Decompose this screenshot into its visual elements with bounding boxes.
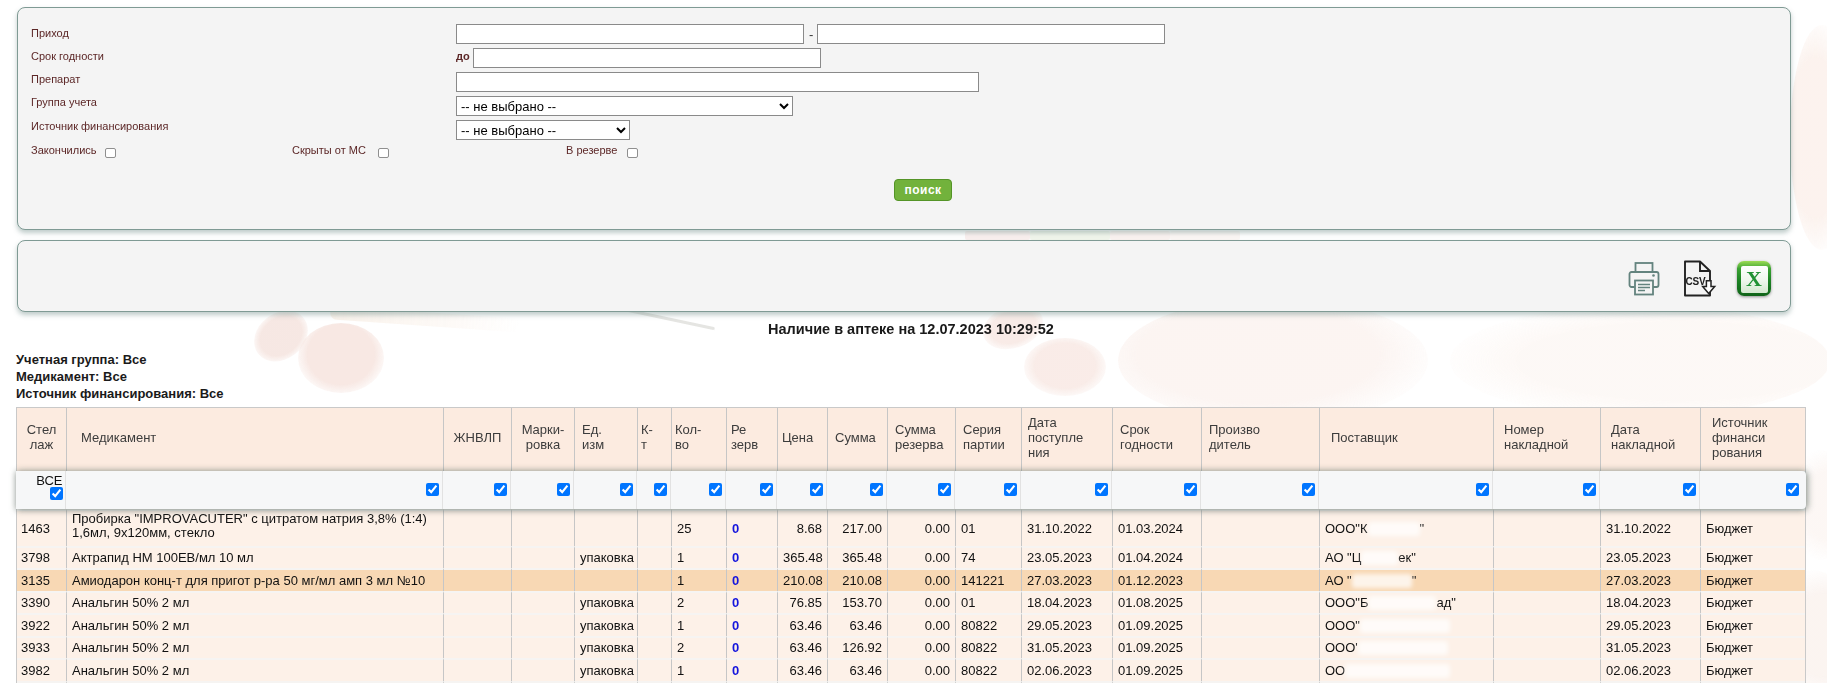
- svg-text:CSV: CSV: [1686, 276, 1706, 287]
